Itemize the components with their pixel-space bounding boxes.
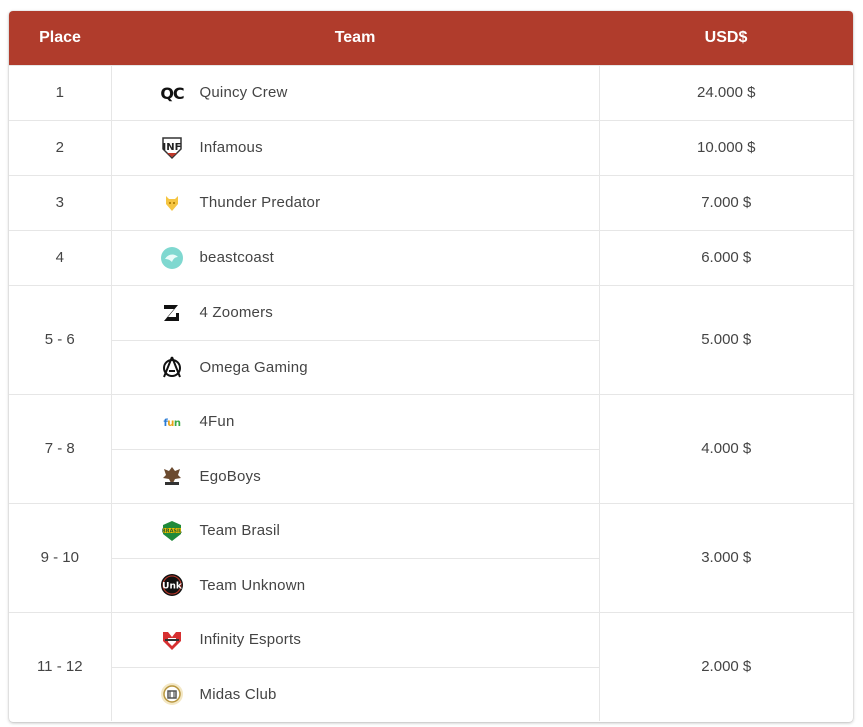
team-cell: Omega Gaming [111,339,599,394]
place-cell: 3 [9,174,112,230]
team-unknown-logo-icon: Unk [160,573,184,597]
svg-text:fun: fun [163,418,180,429]
infinity-esports-logo-icon [160,628,184,652]
prize-pool-table: Place Team USD$ 1 QC Quincy Crew 24.000 … [9,11,853,721]
quincy-crew-logo-icon: QC [160,81,184,105]
header-place: Place [39,28,81,46]
prize-cell: 10.000 $ [598,119,853,175]
prize-cell: 2.000 $ [598,611,853,721]
svg-text:Unk: Unk [162,582,183,592]
team-cell: INF Infamous [111,119,599,175]
table-row: 4 beastcoast 6.000 $ [9,229,853,285]
svg-text:QC: QC [160,84,184,103]
svg-text:INF: INF [162,142,181,153]
team-name: EgoBoys [199,467,261,485]
egoboys-logo-icon [160,464,184,488]
team-name: Midas Club [199,685,277,703]
table-row: 2 INF Infamous 10.000 $ [9,119,853,175]
prize-cell: 4.000 $ [598,393,853,503]
header-usd: USD$ [704,28,748,46]
team-name: Team Brasil [199,522,281,539]
prize-cell: 7.000 $ [598,174,853,230]
table-row: 5 - 6 4 Zoomers 5.000 $ [9,284,853,394]
team-cell: Infinity Esports [111,611,599,667]
prize-pool-table-card: Place Team USD$ 1 QC Quincy Crew 24.000 … [9,11,853,722]
team-name: Infinity Esports [199,631,302,648]
place-cell: 5 - 6 [9,284,112,394]
prize-cell: 6.000 $ [598,229,853,285]
prize-cell: 3.000 $ [598,502,853,612]
team-cell: 4 Zoomers [111,284,599,340]
team-cell: EgoBoys [111,448,599,503]
table-row: 7 - 8 fun 4Fun 4.000 $ [9,393,853,503]
team-brasil-logo-icon: BRASIL [160,519,184,543]
team-cell: QC Quincy Crew [111,64,599,120]
svg-text:BRASIL: BRASIL [161,528,182,534]
place-cell: 4 [9,229,112,285]
team-cell: fun 4Fun [111,393,599,449]
place-cell: 11 - 12 [9,611,112,721]
team-name: Infamous [199,139,263,156]
team-name: 4 Zoomers [199,304,273,321]
team-name: Team Unknown [199,576,306,594]
beastcoast-logo-icon [160,246,184,270]
team-name: 4Fun [199,413,235,430]
team-cell: Thunder Predator [111,174,599,230]
team-name: Quincy Crew [199,84,288,101]
infamous-logo-icon: INF [160,136,184,160]
4fun-logo-icon: fun [160,410,184,434]
table-header-row: Place Team USD$ [9,11,853,65]
table-row: 9 - 10 BRASIL Team Brasil 3.000 $ [9,502,853,612]
midas-club-logo-icon [160,682,184,706]
place-cell: 2 [9,119,112,175]
place-cell: 1 [9,64,112,120]
team-cell: beastcoast [111,229,599,285]
team-cell: BRASIL Team Brasil [111,502,599,558]
prize-cell: 5.000 $ [598,284,853,394]
prize-cell: 24.000 $ [598,64,853,120]
table-row: 3 Thunder Predator 7.000 $ [9,174,853,230]
header-team: Team [334,28,376,46]
place-cell: 9 - 10 [9,502,112,612]
team-name: Omega Gaming [199,358,308,376]
thunder-predator-logo-icon [160,191,184,215]
omega-gaming-logo-icon [160,355,184,379]
table-row: 1 QC Quincy Crew 24.000 $ [9,64,853,120]
team-name: Thunder Predator [199,194,321,211]
table-row: 11 - 12 Infinity Esports 2.000 $ [9,611,853,721]
place-cell: 7 - 8 [9,393,112,503]
team-cell: Unk Team Unknown [111,557,599,612]
team-cell: Midas Club [111,666,599,721]
team-name: beastcoast [199,249,275,266]
4-zoomers-logo-icon [160,301,184,325]
